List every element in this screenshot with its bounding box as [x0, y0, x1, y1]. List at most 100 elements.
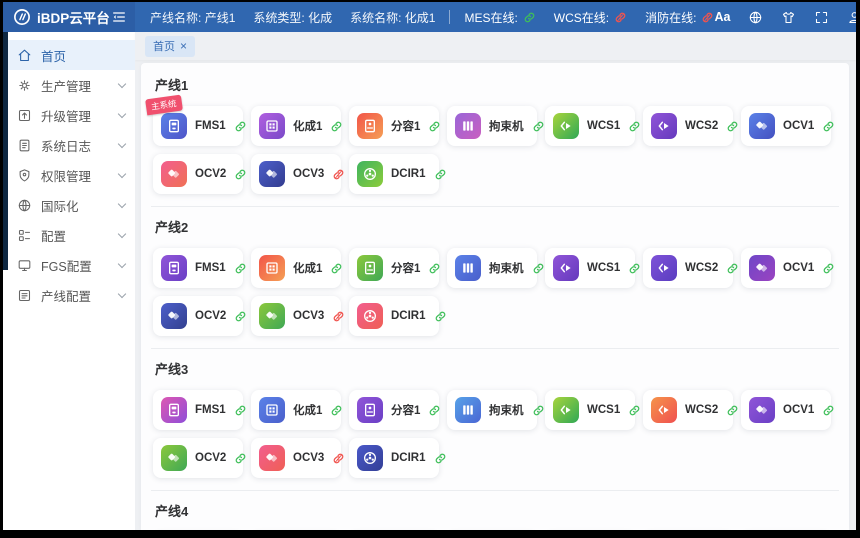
sidebar-item-home[interactable]: 首页 [3, 40, 135, 70]
device-card-OCV2[interactable]: OCV2 [153, 154, 243, 194]
chevron-down-icon [118, 199, 126, 207]
link-broken-icon[interactable] [332, 168, 345, 181]
tab-close-icon[interactable]: × [180, 40, 187, 52]
device-card-DCIR1[interactable]: DCIR1 [349, 154, 439, 194]
device-card-OCV2[interactable]: OCV2 [153, 296, 243, 336]
device-card-拘束机[interactable]: 拘束机 [447, 248, 537, 288]
device-card-WCS2[interactable]: WCS2 [643, 390, 733, 430]
section-title: 产线1 [155, 75, 837, 94]
ocv-device-icon [749, 255, 775, 281]
device-card-OCV1[interactable]: OCV1 [741, 106, 831, 146]
header-info-2: 系统名称: 化成1 [350, 9, 435, 26]
device-card-拘束机[interactable]: 拘束机 [447, 106, 537, 146]
tab-首页[interactable]: 首页× [145, 36, 195, 57]
device-card-FMS1[interactable]: FMS1 [153, 390, 243, 430]
sidebar-item-config[interactable]: 配置 [3, 220, 135, 250]
link-online-icon[interactable] [234, 168, 247, 181]
device-card-OCV1[interactable]: OCV1 [741, 390, 831, 430]
language-globe-icon[interactable] [747, 9, 763, 25]
fms-device-icon [161, 255, 187, 281]
device-card-WCS2[interactable]: WCS2 [643, 106, 733, 146]
sidebar-item-label: 系统日志 [41, 136, 110, 155]
sidebar-item-line-config[interactable]: 产线配置 [3, 280, 135, 310]
link-online-icon[interactable] [726, 262, 739, 275]
link-online-icon[interactable] [330, 120, 343, 133]
device-label: FMS1 [195, 404, 226, 416]
device-card-DCIR1[interactable]: DCIR1 [349, 438, 439, 478]
formation-device-icon [259, 255, 285, 281]
fullscreen-icon[interactable] [813, 9, 829, 25]
device-card-化成1[interactable]: 化成1 [251, 248, 341, 288]
link-online-icon[interactable] [822, 262, 835, 275]
link-online-icon[interactable] [434, 310, 447, 323]
device-card-WCS1[interactable]: WCS1 [545, 106, 635, 146]
sidebar-item-upgrade[interactable]: 升级管理 [3, 100, 135, 130]
font-size-icon[interactable]: Aa [714, 9, 730, 25]
device-card-分容1[interactable]: 分容1 [349, 106, 439, 146]
link-online-icon[interactable] [822, 120, 835, 133]
device-card-分容1[interactable]: 分容1 [349, 390, 439, 430]
link-broken-icon[interactable] [332, 452, 345, 465]
sidebar-item-syslog[interactable]: 系统日志 [3, 130, 135, 160]
link-online-icon[interactable] [628, 262, 641, 275]
link-online-icon[interactable] [428, 120, 441, 133]
link-online-icon[interactable] [532, 262, 545, 275]
device-card-FMS1[interactable]: 主系统FMS1 [153, 106, 243, 146]
wcs-device-icon [553, 255, 579, 281]
device-card-OCV2[interactable]: OCV2 [153, 438, 243, 478]
device-card-化成1[interactable]: 化成1 [251, 390, 341, 430]
restraint-device-icon [455, 255, 481, 281]
device-card-化成1[interactable]: 化成1 [251, 106, 341, 146]
sidebar-item-fgs-config[interactable]: FGS配置 [3, 250, 135, 280]
theme-shirt-icon[interactable] [780, 9, 796, 25]
section-title: 产线3 [155, 359, 837, 378]
link-online-icon[interactable] [822, 404, 835, 417]
sidebar-item-permission[interactable]: 权限管理 [3, 160, 135, 190]
device-card-WCS2[interactable]: WCS2 [643, 248, 733, 288]
sidebar-item-i18n[interactable]: 国际化 [3, 190, 135, 220]
device-card-WCS1[interactable]: WCS1 [545, 248, 635, 288]
device-card-WCS1[interactable]: WCS1 [545, 390, 635, 430]
link-online-icon[interactable] [628, 120, 641, 133]
header-tools: Aa [714, 9, 856, 25]
link-online-icon[interactable] [330, 404, 343, 417]
device-card-OCV1[interactable]: OCV1 [741, 248, 831, 288]
sidebar-collapse-icon[interactable] [111, 9, 127, 25]
device-card-OCV3[interactable]: OCV3 [251, 296, 341, 336]
link-online-icon[interactable] [234, 310, 247, 323]
link-online-icon[interactable] [234, 452, 247, 465]
link-online-icon[interactable] [628, 404, 641, 417]
link-online-icon[interactable] [434, 168, 447, 181]
device-card-FMS1[interactable]: FMS1 [153, 248, 243, 288]
sidebar-item-production[interactable]: 生产管理 [3, 70, 135, 100]
link-broken-icon[interactable] [332, 310, 345, 323]
link-online-icon[interactable] [234, 120, 247, 133]
link-online-icon[interactable] [532, 404, 545, 417]
link-online-icon[interactable] [726, 120, 739, 133]
device-label: WCS2 [685, 262, 718, 274]
device-label: WCS2 [685, 120, 718, 132]
link-online-icon[interactable] [532, 120, 545, 133]
device-card-OCV3[interactable]: OCV3 [251, 154, 341, 194]
device-card-OCV3[interactable]: OCV3 [251, 438, 341, 478]
user-icon[interactable] [846, 9, 856, 25]
device-label: OCV3 [293, 168, 324, 180]
device-card-拘束机[interactable]: 拘束机 [447, 390, 537, 430]
device-label: OCV2 [195, 452, 226, 464]
device-card-分容1[interactable]: 分容1 [349, 248, 439, 288]
link-online-icon[interactable] [330, 262, 343, 275]
link-online-icon[interactable] [726, 404, 739, 417]
link-online-icon[interactable] [428, 404, 441, 417]
link-online-icon[interactable] [428, 262, 441, 275]
link-online-icon[interactable] [434, 452, 447, 465]
link-online-icon[interactable] [234, 262, 247, 275]
device-label: 拘束机 [489, 118, 524, 134]
chevron-down-icon [118, 289, 126, 297]
link-online-icon[interactable] [234, 404, 247, 417]
chevron-down-icon [118, 169, 126, 177]
sidebar-item-label: 配置 [41, 226, 110, 245]
section-line-1: 产线1 主系统FMS1化成1分容1 拘束机 WCS1 WCS2 OCV1 OCV2 OCV3 D… [151, 65, 839, 206]
capacity-device-icon [357, 113, 383, 139]
wcs-device-icon [651, 397, 677, 423]
device-card-DCIR1[interactable]: DCIR1 [349, 296, 439, 336]
